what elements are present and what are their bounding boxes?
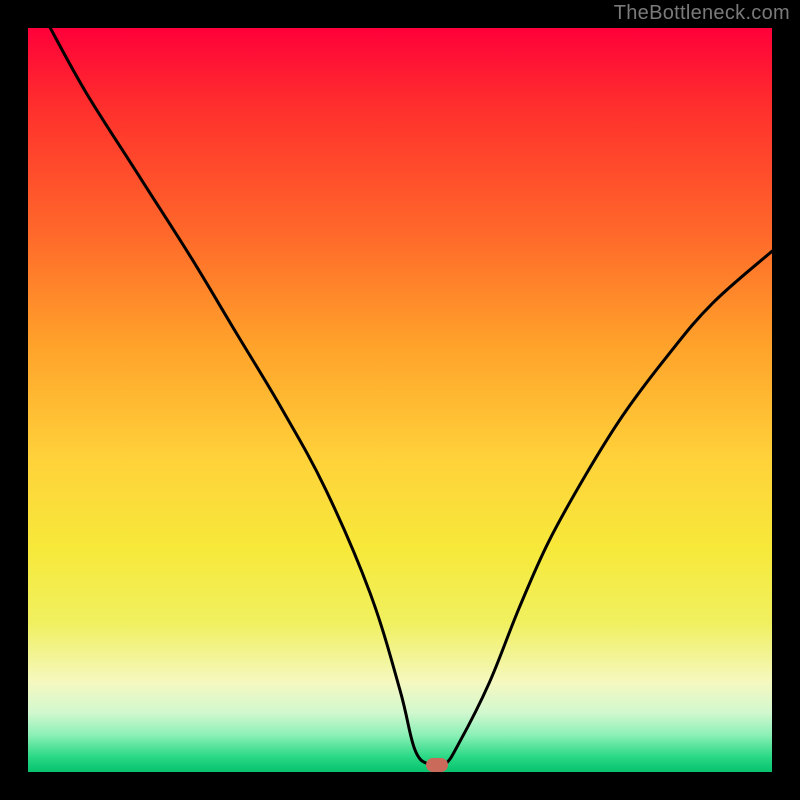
- chart-frame: TheBottleneck.com: [0, 0, 800, 800]
- attribution-text: TheBottleneck.com: [614, 2, 790, 25]
- plot-area: [28, 28, 772, 772]
- bottleneck-minimum-marker: [426, 758, 448, 772]
- bottleneck-curve: [28, 28, 772, 772]
